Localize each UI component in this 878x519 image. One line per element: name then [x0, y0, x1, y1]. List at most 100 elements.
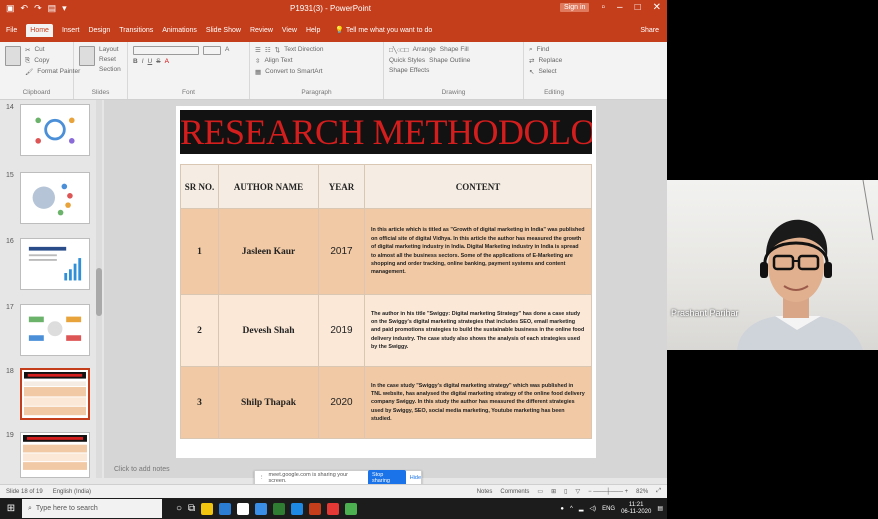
- zoom-level[interactable]: 82%: [636, 489, 648, 495]
- copy-button[interactable]: Copy: [34, 57, 49, 65]
- tab-slide-show[interactable]: Slide Show: [206, 27, 241, 34]
- powerpoint-icon[interactable]: [309, 502, 322, 515]
- people-icon[interactable]: ●: [560, 506, 564, 512]
- language-indicator[interactable]: ENG: [602, 506, 615, 512]
- notes-button[interactable]: Notes: [477, 489, 493, 495]
- font-name-box[interactable]: [133, 46, 199, 55]
- maximize-button[interactable]: □: [635, 2, 641, 13]
- slide-thumbnail[interactable]: [20, 172, 90, 224]
- quick-styles-button[interactable]: Quick Styles: [389, 57, 425, 64]
- language-indicator[interactable]: English (India): [53, 489, 91, 495]
- tab-home[interactable]: Home: [26, 23, 53, 37]
- slide-title[interactable]: RESEARCH METHODOLOGY: [180, 110, 592, 154]
- zoom-slider[interactable]: − ───┼─── +: [588, 489, 628, 495]
- redo-icon[interactable]: ↷: [34, 3, 42, 14]
- tab-animations[interactable]: Animations: [162, 27, 197, 34]
- shape-fill-button[interactable]: Shape Fill: [440, 46, 469, 54]
- network-icon[interactable]: ▂: [579, 505, 584, 512]
- strikethrough-icon[interactable]: S: [156, 58, 160, 65]
- windows-start-icon[interactable]: ⊞: [0, 503, 22, 514]
- minimize-button[interactable]: –: [617, 2, 623, 13]
- scrollbar-thumb[interactable]: [96, 268, 102, 316]
- ribbon-display-options-icon[interactable]: ▫: [601, 2, 605, 13]
- arrange-button[interactable]: Arrange: [413, 46, 436, 54]
- reading-view-icon[interactable]: ▯: [564, 488, 567, 495]
- undo-icon[interactable]: ↶: [21, 3, 29, 14]
- chrome-icon[interactable]: [327, 502, 340, 515]
- grow-font-icon[interactable]: A: [225, 46, 229, 55]
- slide-thumbnail[interactable]: [20, 238, 90, 290]
- italic-icon[interactable]: I: [142, 58, 144, 65]
- clock[interactable]: 11:21 06-11-2020: [621, 502, 651, 515]
- slide-thumbnail-selected[interactable]: [20, 368, 90, 420]
- shapes-gallery[interactable]: □╲○□□: [389, 46, 409, 54]
- shape-outline-button[interactable]: Shape Outline: [429, 57, 470, 64]
- new-slide-button[interactable]: [79, 46, 95, 76]
- excel-icon[interactable]: [273, 502, 286, 515]
- thumbnail-number: 15: [6, 172, 14, 179]
- thumbnail-number: 14: [6, 104, 14, 111]
- cortana-icon[interactable]: ○: [176, 503, 182, 515]
- find-button[interactable]: Find: [537, 46, 550, 54]
- current-slide[interactable]: RESEARCH METHODOLOGY SR NO. AUTHOR NAME …: [176, 106, 596, 458]
- shape-effects-button[interactable]: Shape Effects: [389, 67, 429, 74]
- slide-thumbnail[interactable]: [20, 304, 90, 356]
- app-icon[interactable]: [237, 502, 250, 515]
- tab-review[interactable]: Review: [250, 27, 273, 34]
- tab-view[interactable]: View: [282, 27, 297, 34]
- file-explorer-icon[interactable]: [201, 502, 214, 515]
- word-icon[interactable]: [291, 502, 304, 515]
- share-button[interactable]: Share: [640, 27, 659, 34]
- close-button[interactable]: ✕: [653, 2, 661, 13]
- task-view-icon[interactable]: ⧉: [188, 503, 195, 515]
- research-table[interactable]: SR NO. AUTHOR NAME YEAR CONTENT 1 Jaslee…: [180, 164, 592, 439]
- thumbnails-scrollbar[interactable]: [96, 100, 102, 478]
- slide-thumbnail[interactable]: [20, 104, 90, 156]
- normal-view-icon[interactable]: ▭: [537, 488, 543, 495]
- cut-button[interactable]: Cut: [34, 46, 44, 54]
- start-slideshow-icon[interactable]: ▤: [48, 3, 57, 14]
- section-button[interactable]: Section: [99, 66, 121, 73]
- fit-to-window-icon[interactable]: ⤢: [656, 488, 661, 495]
- document-title: P1931(3) - PowerPoint: [290, 4, 371, 13]
- app-icon[interactable]: [345, 502, 358, 515]
- notifications-icon[interactable]: ▤: [657, 505, 663, 512]
- replace-button[interactable]: Replace: [538, 57, 562, 65]
- sign-in-button[interactable]: Sign in: [560, 3, 590, 12]
- cell-author: Devesh Shah: [218, 294, 319, 367]
- reset-button[interactable]: Reset: [99, 56, 121, 63]
- layout-button[interactable]: Layout: [99, 46, 121, 53]
- convert-smartart-button[interactable]: Convert to SmartArt: [265, 68, 322, 76]
- select-button[interactable]: Select: [538, 68, 556, 76]
- paste-button[interactable]: [5, 46, 21, 79]
- slide-thumbnail[interactable]: [20, 432, 90, 478]
- volume-icon[interactable]: ◁): [589, 505, 596, 512]
- bold-icon[interactable]: B: [133, 58, 138, 65]
- tab-design[interactable]: Design: [88, 27, 110, 34]
- comments-button[interactable]: Comments: [500, 489, 529, 495]
- tab-file[interactable]: File: [6, 27, 17, 34]
- text-direction-button[interactable]: Text Direction: [284, 46, 323, 54]
- slideshow-view-icon[interactable]: ▽: [575, 488, 580, 495]
- font-color-icon[interactable]: A: [165, 58, 169, 65]
- time: 11:21: [628, 501, 644, 508]
- customize-toolbar-icon[interactable]: ▾: [62, 3, 67, 14]
- paragraph-group: ☰ ☷ ⇅ Text Direction ⇳ Align Text ▦ Convert…: [250, 42, 384, 99]
- font-size-box[interactable]: [203, 46, 221, 55]
- chevron-up-icon[interactable]: ^: [570, 506, 573, 512]
- slide-sorter-icon[interactable]: ⊞: [551, 488, 556, 495]
- hide-button[interactable]: Hide: [410, 475, 421, 481]
- underline-icon[interactable]: U: [148, 58, 153, 65]
- tell-me-search[interactable]: 💡 Tell me what you want to do: [335, 26, 432, 34]
- drag-handle-icon[interactable]: ⋮: [259, 475, 265, 481]
- mail-icon[interactable]: [255, 502, 268, 515]
- numbering-icon[interactable]: ☷: [265, 46, 271, 54]
- save-icon[interactable]: ▣: [6, 3, 15, 14]
- store-icon[interactable]: [219, 502, 232, 515]
- align-text-button[interactable]: Align Text: [264, 57, 292, 65]
- taskbar-search[interactable]: ⌕ Type here to search: [22, 499, 162, 518]
- tab-help[interactable]: Help: [306, 27, 320, 34]
- bullets-icon[interactable]: ☰: [255, 46, 261, 54]
- tab-insert[interactable]: Insert: [62, 27, 80, 34]
- tab-transitions[interactable]: Transitions: [119, 27, 153, 34]
